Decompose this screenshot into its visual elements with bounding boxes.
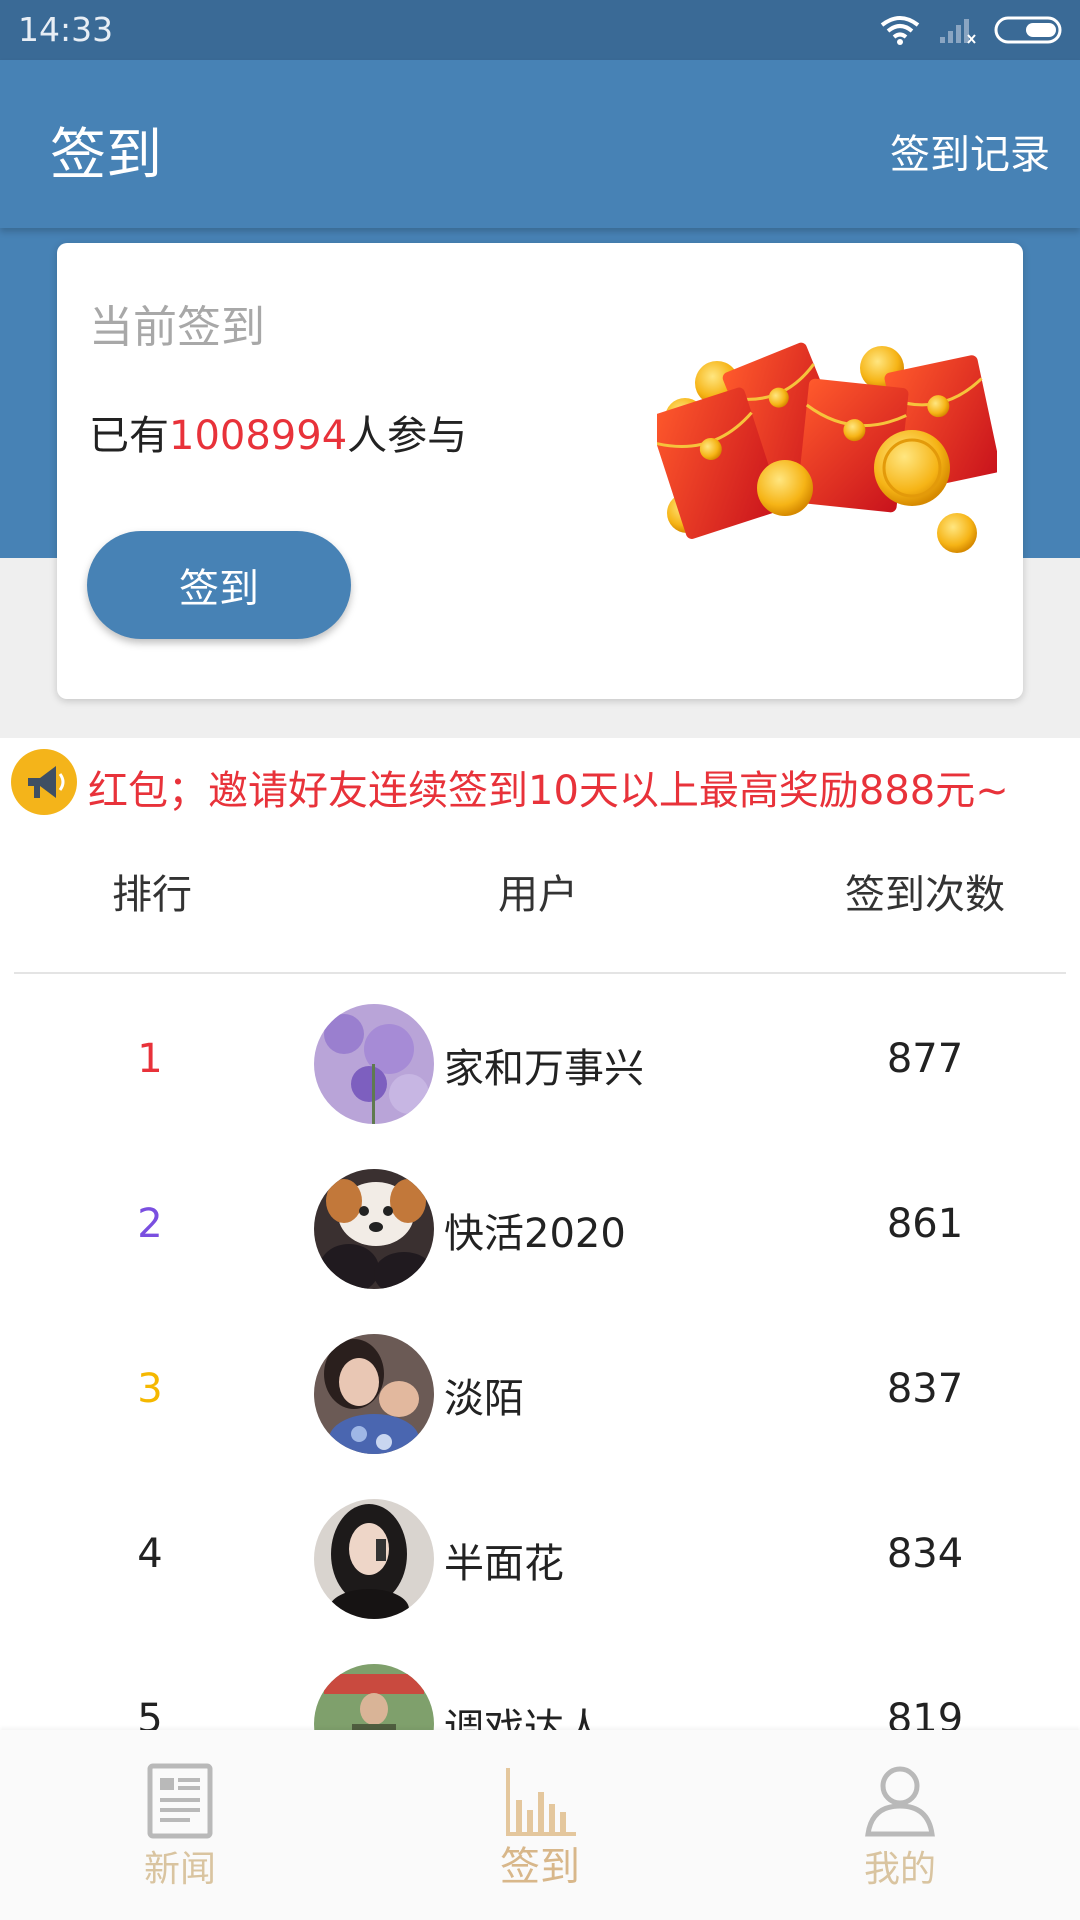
status-icons	[880, 14, 1066, 46]
page-title: 签到	[50, 123, 162, 188]
status-bar: 14:33	[0, 0, 1080, 60]
red-envelope-illustration	[657, 342, 997, 553]
checkin-count: 834	[886, 1531, 964, 1577]
document-icon	[147, 1763, 213, 1839]
person-icon	[865, 1766, 935, 1837]
nav-label-checkin: 签到	[500, 1844, 580, 1890]
header-user: 用户	[498, 872, 578, 918]
header-count: 签到次数	[845, 872, 1005, 918]
nav-item-checkin[interactable]: 签到	[440, 1730, 640, 1920]
participants-text: 已有1008994人参与	[89, 403, 467, 461]
participants-suffix: 人参与	[347, 413, 468, 459]
table-row[interactable]: 2 快活2020 861	[0, 1147, 1080, 1312]
checkin-card: 当前签到 已有1008994人参与 签到	[57, 243, 1023, 699]
signal-icon	[940, 19, 976, 44]
participants-count: 1008994	[169, 413, 348, 459]
rank-number: 2	[137, 1201, 163, 1247]
checkin-record-link[interactable]: 签到记录	[890, 122, 1050, 180]
nav-label-mine: 我的	[863, 1849, 936, 1890]
app-bar: 签到 签到记录	[0, 60, 1080, 228]
table-divider	[14, 972, 1066, 974]
nav-item-mine[interactable]: 我的	[800, 1730, 1000, 1920]
checkin-count: 861	[886, 1201, 964, 1247]
ranking-table-header: 排行 用户 签到次数	[0, 832, 1080, 972]
avatar	[314, 1499, 434, 1619]
nav-item-news[interactable]: 新闻	[80, 1730, 280, 1920]
bottom-nav: 新闻 签到 我的	[0, 1730, 1080, 1920]
avatar	[314, 1334, 434, 1454]
checkin-button[interactable]: 签到	[87, 531, 351, 639]
nav-label-news: 新闻	[143, 1849, 216, 1890]
wifi-icon	[880, 16, 920, 45]
checkin-count: 837	[886, 1366, 964, 1412]
avatar	[314, 1004, 434, 1124]
checkin-count: 877	[886, 1036, 964, 1082]
rank-number: 3	[137, 1366, 163, 1412]
table-row[interactable]: 4 半面花 834	[0, 1477, 1080, 1642]
table-row[interactable]: 3 淡陌 837	[0, 1312, 1080, 1477]
table-row[interactable]: 1 家和万事兴 877	[0, 982, 1080, 1147]
avatar	[314, 1169, 434, 1289]
notice-bar[interactable]: 红包；邀请好友连续签到10天以上最高奖励888元~	[0, 738, 1080, 832]
megaphone-icon	[11, 749, 77, 815]
status-time: 14:33	[18, 10, 114, 49]
rank-number: 1	[137, 1036, 163, 1082]
rank-number: 4	[137, 1531, 163, 1577]
username: 半面花	[444, 1541, 564, 1587]
notice-text: 红包；邀请好友连续签到10天以上最高奖励888元~	[88, 768, 1009, 814]
username: 淡陌	[444, 1376, 524, 1422]
bar-chart-icon	[506, 1768, 576, 1836]
username: 快活2020	[444, 1211, 626, 1257]
username: 家和万事兴	[444, 1046, 644, 1092]
participants-prefix: 已有	[89, 413, 169, 459]
card-title: 当前签到	[89, 302, 265, 353]
header-rank: 排行	[112, 872, 192, 918]
battery-icon	[994, 16, 1062, 44]
